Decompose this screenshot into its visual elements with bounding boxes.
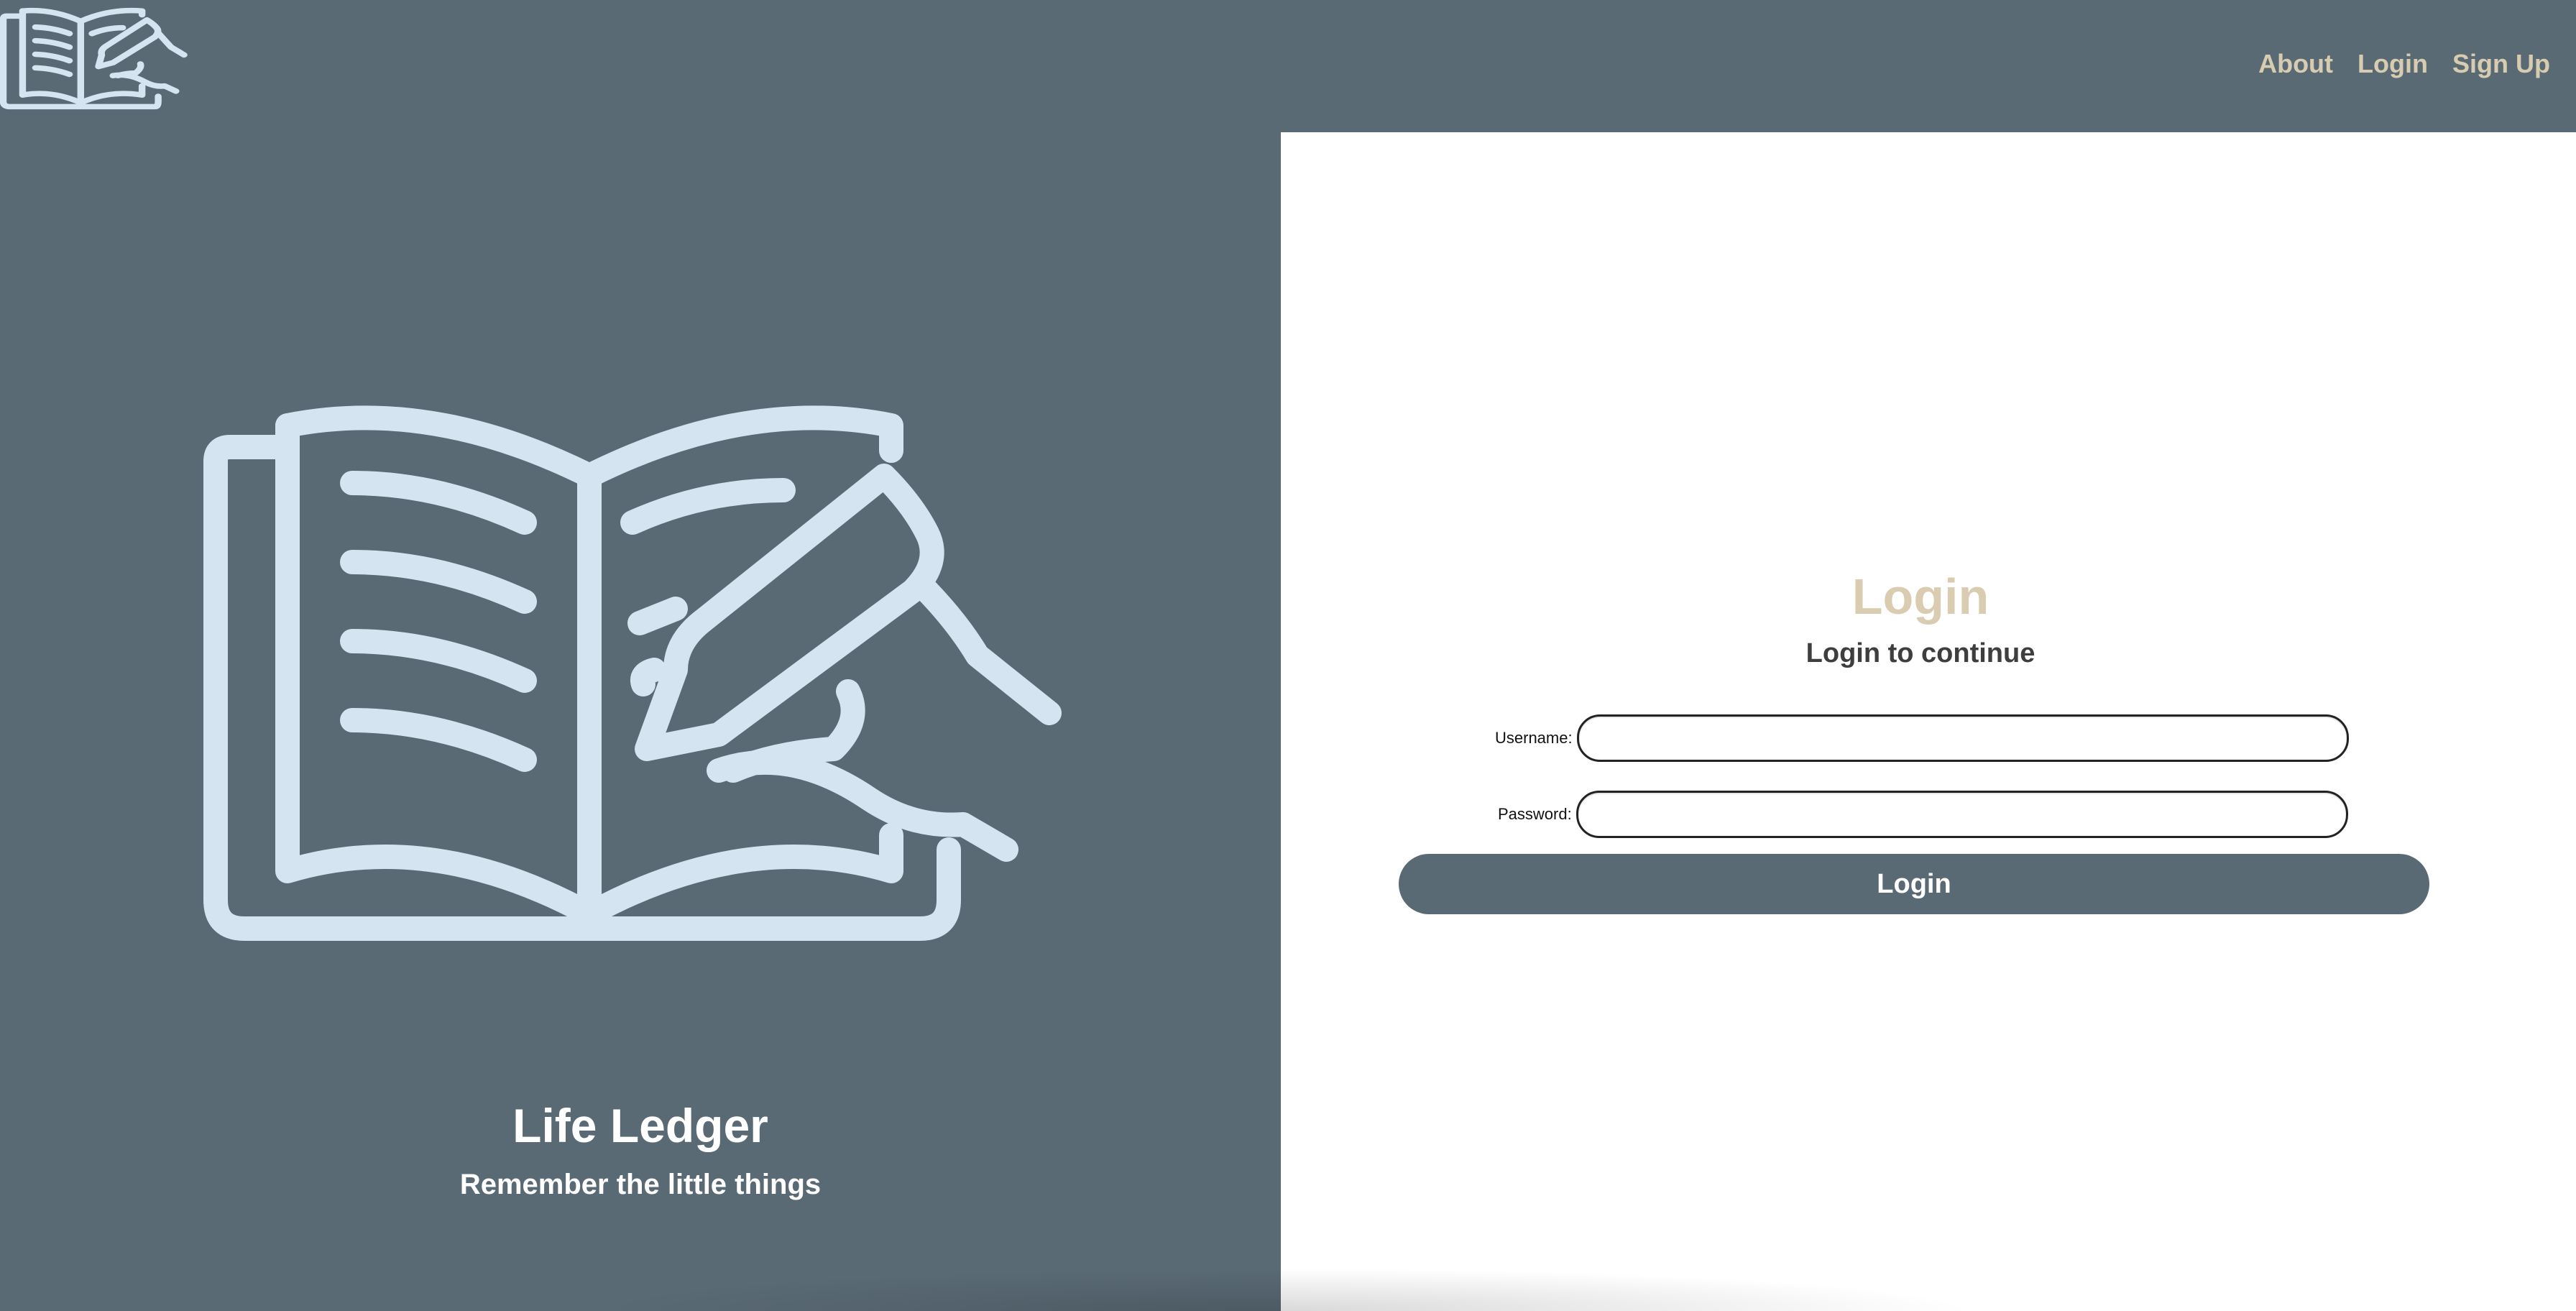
header: About Login Sign Up	[0, 0, 2576, 132]
username-row: Username:	[1495, 714, 2349, 762]
brand-panel: Life Ledger Remember the little things	[0, 132, 1281, 1311]
top-nav: About Login Sign Up	[2258, 49, 2550, 79]
login-heading: Login	[1852, 569, 1990, 625]
brand-title: Life Ledger	[512, 1099, 768, 1152]
login-panel: Login Login to continue Username: Passwo…	[1281, 132, 2576, 1311]
open-book-with-pen-icon	[203, 405, 1062, 941]
app-logo-icon[interactable]	[0, 6, 197, 122]
login-subheading: Login to continue	[1806, 638, 2036, 668]
page: About Login Sign Up Life Ledger Remember…	[0, 0, 2576, 1311]
username-input[interactable]	[1576, 714, 2349, 762]
password-row: Password:	[1498, 791, 2348, 838]
brand-subtitle: Remember the little things	[459, 1169, 822, 1200]
login-button[interactable]: Login	[1399, 854, 2429, 914]
password-input[interactable]	[1576, 791, 2348, 838]
nav-signup-link[interactable]: Sign Up	[2452, 49, 2550, 79]
nav-about-link[interactable]: About	[2258, 49, 2333, 79]
username-label: Username:	[1495, 729, 1573, 747]
password-label: Password:	[1498, 805, 1572, 823]
nav-login-link[interactable]: Login	[2358, 49, 2428, 79]
